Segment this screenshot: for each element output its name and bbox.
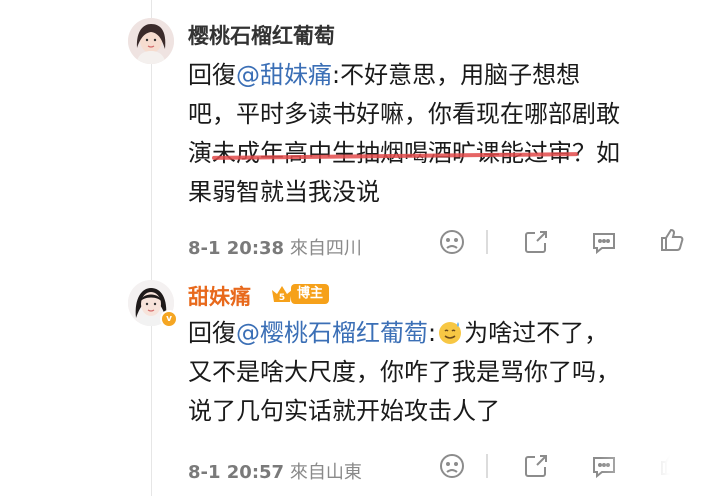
highlighted-strike-text: 未成年高中生抽烟喝酒旷课能过审 [212, 139, 572, 167]
reply-prefix: 回復 [188, 61, 236, 89]
sweat-smile-emoji [439, 322, 462, 344]
location: 來自四川 [289, 238, 362, 259]
comment-1: 樱桃石榴红葡萄 回復@甜妹痛:不好意思，用脑子想想 吧，平时多读书好嘛，你看现在… [0, 0, 716, 260]
comment-text: 回復@甜妹痛:不好意思，用脑子想想 吧，平时多读书好嘛，你看现在哪部剧敢 演未成… [188, 56, 688, 212]
watermark-fade [600, 452, 716, 496]
share-icon[interactable] [522, 452, 550, 480]
comment-line: 吧，平时多读书好嘛，你看现在哪部剧敢 [188, 100, 620, 128]
comment-text: 回復@樱桃石榴红葡萄: 为啥过不了， 又不是啥大尺度，你咋了我是骂你了吗， 说了几… [188, 314, 688, 431]
timestamp: 8-1 20:57 [188, 462, 285, 483]
comment-line: 果弱智就当我没说 [188, 178, 380, 206]
verified-badge-icon: v [160, 310, 178, 328]
comment-line-text: :不好意思，用脑子想想 [332, 61, 581, 89]
avatar[interactable] [128, 18, 174, 64]
comment-line: 回復@甜妹痛:不好意思，用脑子想想 [188, 56, 688, 95]
divider [486, 230, 488, 254]
comment-icon[interactable] [590, 228, 618, 256]
comment-line-text: ？如 [572, 139, 620, 167]
username[interactable]: 樱桃石榴红葡萄 [188, 20, 335, 50]
comment-line: 又不是啥大尺度，你咋了我是骂你了吗， [188, 358, 620, 386]
reply-prefix: 回復 [188, 319, 236, 347]
comment-line: 回復@樱桃石榴红葡萄: 为啥过不了， [188, 314, 688, 353]
divider [486, 454, 488, 478]
mention-link[interactable]: @甜妹痛 [236, 61, 332, 89]
comment-meta: 8-1 20:38 來自四川 [188, 234, 362, 260]
badge-level: 5 [279, 293, 285, 303]
mention-link[interactable]: @樱桃石榴红葡萄 [236, 319, 428, 347]
sad-face-icon[interactable] [438, 452, 466, 480]
sad-face-icon[interactable] [438, 228, 466, 256]
timestamp: 8-1 20:38 [188, 238, 285, 259]
comment-meta: 8-1 20:57 來自山東 [188, 458, 362, 484]
comment-line-text: : [428, 319, 437, 347]
comment-line-text: 演 [188, 139, 212, 167]
thumbs-up-icon[interactable] [658, 226, 686, 254]
location: 來自山東 [289, 462, 362, 483]
user-badge[interactable]: 5 博主 [270, 282, 330, 306]
comment-line-text: 为啥过不了， [464, 319, 609, 347]
username[interactable]: 甜妹痛 [188, 281, 251, 311]
comment-line: 说了几句实话就开始攻击人了 [188, 397, 500, 425]
comment-line: 演未成年高中生抽烟喝酒旷课能过审？如 [188, 134, 688, 173]
share-icon[interactable] [522, 228, 550, 256]
blogger-badge: 博主 [291, 284, 330, 304]
